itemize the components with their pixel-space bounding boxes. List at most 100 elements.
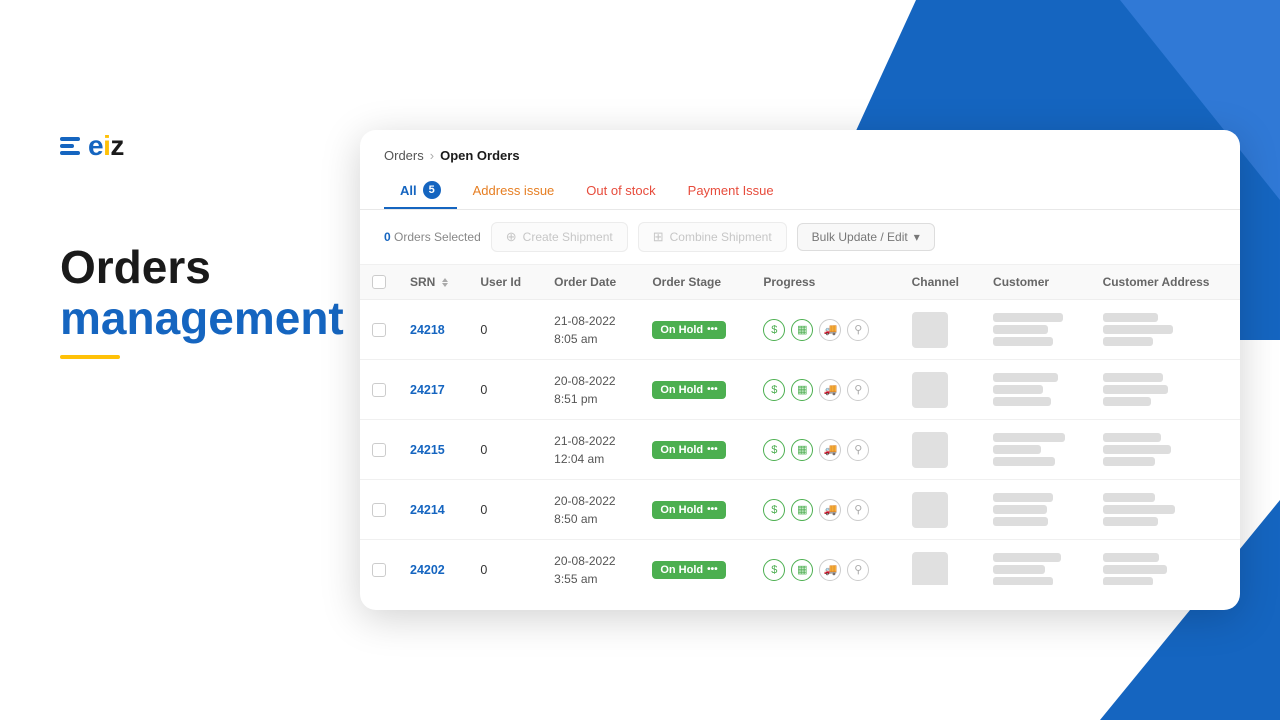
tab-all-label: All bbox=[400, 183, 417, 198]
customer-line2 bbox=[993, 325, 1048, 334]
row-checkbox[interactable] bbox=[372, 503, 386, 517]
prog-icon-payment: $ bbox=[763, 379, 785, 401]
row-checkbox[interactable] bbox=[372, 383, 386, 397]
channel-thumbnail bbox=[912, 432, 948, 468]
select-all-checkbox[interactable] bbox=[372, 275, 386, 289]
order-date-text: 20-08-20223:55 am bbox=[554, 552, 628, 586]
row-progress: $ ▦ 🚚 ⚲ bbox=[751, 540, 899, 586]
row-customer bbox=[981, 540, 1091, 586]
prog-icon-payment: $ bbox=[763, 499, 785, 521]
create-shipment-icon: ⊕ bbox=[506, 229, 517, 245]
combine-shipment-label: Combine Shipment bbox=[670, 230, 772, 244]
customer-line3 bbox=[993, 457, 1055, 466]
row-checkbox[interactable] bbox=[372, 323, 386, 337]
srn-link[interactable]: 24202 bbox=[410, 563, 445, 577]
address-line3 bbox=[1103, 337, 1153, 346]
srn-link[interactable]: 24218 bbox=[410, 323, 445, 337]
row-checkbox-cell bbox=[360, 480, 398, 540]
logo-icon bbox=[60, 137, 80, 155]
row-customer bbox=[981, 300, 1091, 360]
bulk-update-button[interactable]: Bulk Update / Edit ▾ bbox=[797, 223, 935, 251]
prog-icon-location: ⚲ bbox=[847, 379, 869, 401]
srn-link[interactable]: 24214 bbox=[410, 503, 445, 517]
row-progress: $ ▦ 🚚 ⚲ bbox=[751, 300, 899, 360]
row-checkbox-cell bbox=[360, 540, 398, 586]
col-srn[interactable]: SRN bbox=[398, 265, 468, 300]
on-hold-badge: On Hold ••• bbox=[652, 381, 725, 399]
col-progress: Progress bbox=[751, 265, 899, 300]
on-hold-menu-icon[interactable]: ••• bbox=[707, 324, 718, 335]
tab-address-issue[interactable]: Address issue bbox=[457, 175, 571, 208]
on-hold-badge: On Hold ••• bbox=[652, 321, 725, 339]
row-checkbox[interactable] bbox=[372, 563, 386, 577]
tab-payment-issue[interactable]: Payment Issue bbox=[672, 175, 790, 208]
tab-payment-label: Payment Issue bbox=[688, 183, 774, 198]
table-header-row: SRN User Id Order Date Order Stage Progr… bbox=[360, 265, 1240, 300]
customer-line2 bbox=[993, 445, 1041, 454]
address-line2 bbox=[1103, 385, 1168, 394]
selected-count: 0 bbox=[384, 230, 391, 244]
row-user-id: 0 bbox=[468, 360, 542, 420]
row-order-date: 20-08-20228:51 pm bbox=[542, 360, 640, 420]
combine-shipment-button[interactable]: ⊞ Combine Shipment bbox=[638, 222, 787, 252]
row-channel bbox=[900, 360, 981, 420]
prog-icon-location: ⚲ bbox=[847, 319, 869, 341]
table-row: 24202 0 20-08-20223:55 am On Hold ••• $ … bbox=[360, 540, 1240, 586]
on-hold-menu-icon[interactable]: ••• bbox=[707, 504, 718, 515]
breadcrumb-parent[interactable]: Orders bbox=[384, 148, 424, 163]
row-order-date: 20-08-20223:55 am bbox=[542, 540, 640, 586]
col-order-stage: Order Stage bbox=[640, 265, 751, 300]
row-customer bbox=[981, 420, 1091, 480]
prog-icon-calendar: ▦ bbox=[791, 319, 813, 341]
progress-icons: $ ▦ 🚚 ⚲ bbox=[763, 319, 887, 341]
row-user-id: 0 bbox=[468, 480, 542, 540]
prog-icon-calendar: ▦ bbox=[791, 499, 813, 521]
srn-link[interactable]: 24217 bbox=[410, 383, 445, 397]
customer-line3 bbox=[993, 337, 1053, 346]
tab-address-label: Address issue bbox=[473, 183, 555, 198]
col-user-id: User Id bbox=[468, 265, 542, 300]
row-order-date: 21-08-20228:05 am bbox=[542, 300, 640, 360]
row-checkbox-cell bbox=[360, 360, 398, 420]
row-customer bbox=[981, 480, 1091, 540]
prog-icon-shipping: 🚚 bbox=[819, 439, 841, 461]
tab-all-badge: 5 bbox=[423, 181, 441, 199]
row-order-stage: On Hold ••• bbox=[640, 300, 751, 360]
prog-icon-calendar: ▦ bbox=[791, 439, 813, 461]
prog-icon-calendar: ▦ bbox=[791, 379, 813, 401]
srn-link[interactable]: 24215 bbox=[410, 443, 445, 457]
tab-out-of-stock[interactable]: Out of stock bbox=[570, 175, 671, 208]
customer-line1 bbox=[993, 313, 1063, 322]
row-channel bbox=[900, 300, 981, 360]
hero-line2: management bbox=[60, 293, 344, 344]
prog-icon-location: ⚲ bbox=[847, 439, 869, 461]
table-row: 24217 0 20-08-20228:51 pm On Hold ••• $ … bbox=[360, 360, 1240, 420]
address-line3 bbox=[1103, 577, 1153, 585]
col-srn-label: SRN bbox=[410, 275, 435, 289]
prog-icon-shipping: 🚚 bbox=[819, 319, 841, 341]
on-hold-badge: On Hold ••• bbox=[652, 561, 725, 579]
on-hold-menu-icon[interactable]: ••• bbox=[707, 564, 718, 575]
row-user-id: 0 bbox=[468, 420, 542, 480]
on-hold-badge: On Hold ••• bbox=[652, 501, 725, 519]
row-srn: 24202 bbox=[398, 540, 468, 586]
create-shipment-button[interactable]: ⊕ Create Shipment bbox=[491, 222, 628, 252]
address-line1 bbox=[1103, 313, 1158, 322]
row-customer-address bbox=[1091, 300, 1240, 360]
row-checkbox-cell bbox=[360, 420, 398, 480]
prog-icon-payment: $ bbox=[763, 319, 785, 341]
address-line2 bbox=[1103, 505, 1175, 514]
row-srn: 24214 bbox=[398, 480, 468, 540]
prog-icon-payment: $ bbox=[763, 559, 785, 581]
tab-all[interactable]: All 5 bbox=[384, 173, 457, 209]
address-line2 bbox=[1103, 325, 1173, 334]
address-line1 bbox=[1103, 553, 1159, 562]
on-hold-menu-icon[interactable]: ••• bbox=[707, 444, 718, 455]
prog-icon-location: ⚲ bbox=[847, 559, 869, 581]
row-customer-address bbox=[1091, 420, 1240, 480]
prog-icon-calendar: ▦ bbox=[791, 559, 813, 581]
row-checkbox[interactable] bbox=[372, 443, 386, 457]
tab-out-of-stock-label: Out of stock bbox=[586, 183, 655, 198]
srn-sort-icon bbox=[442, 278, 448, 287]
on-hold-menu-icon[interactable]: ••• bbox=[707, 384, 718, 395]
